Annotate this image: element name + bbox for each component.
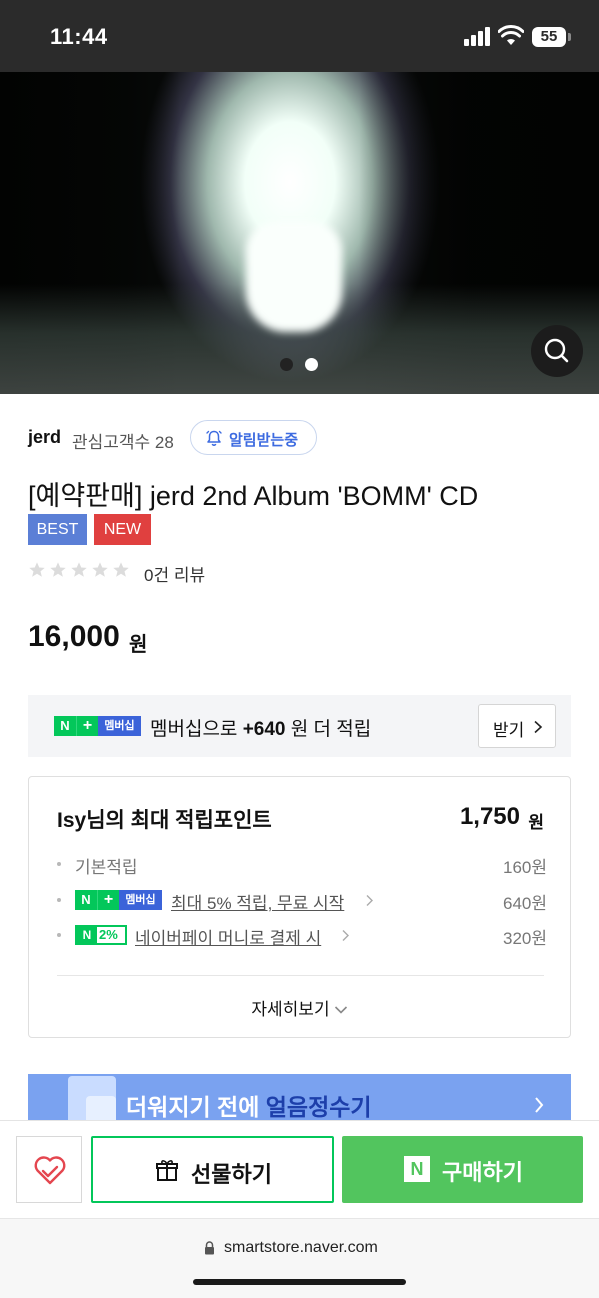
product-price: 16,000: [28, 620, 120, 653]
membership-signup-link[interactable]: 최대 5% 적립, 무료 시작: [171, 889, 344, 914]
carousel-dot-active[interactable]: [280, 358, 293, 371]
wifi-icon: [498, 25, 524, 45]
chevron-down-icon: [334, 1006, 347, 1014]
star-icon: [92, 562, 108, 577]
carousel-dot[interactable]: [305, 358, 318, 371]
price-unit: 원: [129, 634, 148, 656]
naver-n-icon: N: [54, 716, 76, 736]
lock-icon: [205, 1241, 214, 1255]
notification-toggle-button[interactable]: 알림받는중: [190, 420, 317, 455]
star-icon: [29, 562, 45, 577]
promo-banner[interactable]: 더워지기 전에 얼음정수기: [28, 1074, 571, 1120]
plus-icon: +: [76, 716, 98, 736]
naver-n-icon: N: [75, 890, 97, 910]
membership-promo: N + 멤버십 멤버십으로 +640 원 더 적립 받기: [28, 695, 571, 757]
url-text: smartstore.naver.com: [224, 1239, 378, 1256]
points-total-unit: 원: [528, 813, 544, 832]
gift-icon: [156, 1160, 178, 1181]
naver-pay-logo: N 2%: [75, 925, 127, 945]
points-row-naverpay[interactable]: N 2% 네이버페이 머니로 결제 시 320원: [57, 923, 547, 949]
receive-button[interactable]: 받기: [478, 704, 556, 748]
carousel-indicator: [280, 358, 320, 372]
heart-icon: [34, 1156, 66, 1185]
points-summary-card: Isy님의 최대 적립포인트 1,750 원 기본적립 160원 N + 멤버십…: [28, 776, 571, 1038]
search-icon: [544, 338, 569, 363]
buy-button[interactable]: N 구매하기: [342, 1136, 583, 1203]
battery-indicator: 55: [532, 27, 571, 47]
new-badge: NEW: [94, 514, 151, 545]
home-indicator[interactable]: [193, 1279, 406, 1285]
notification-toggle-label: 알림받는중: [229, 432, 299, 449]
naver-pay-icon: N: [77, 927, 97, 943]
cellular-signal-icon: [464, 26, 492, 46]
wishlist-button[interactable]: [16, 1136, 82, 1203]
divider: [57, 975, 544, 976]
points-row-membership[interactable]: N + 멤버십 최대 5% 적립, 무료 시작 640원: [57, 888, 547, 914]
see-more-button[interactable]: 자세히보기: [29, 995, 570, 1020]
star-icon: [71, 562, 87, 577]
promo-banner-text: 더워지기 전에 얼음정수기: [126, 1094, 372, 1120]
chevron-right-icon: [534, 720, 543, 734]
zoom-button[interactable]: [531, 325, 583, 377]
gift-button[interactable]: 선물하기: [91, 1136, 334, 1203]
star-icon: [50, 562, 66, 577]
browser-address-bar[interactable]: smartstore.naver.com: [0, 1218, 599, 1298]
membership-message: 멤버십으로 +640 원 더 적립: [150, 719, 372, 740]
receive-button-label: 받기: [493, 721, 525, 740]
naver-plus-membership-logo: N + 멤버십: [54, 716, 141, 736]
plus-icon: +: [97, 890, 119, 910]
bell-icon: [206, 430, 222, 446]
status-bar: 11:44 55: [0, 0, 599, 72]
rating-stars: [28, 561, 132, 581]
purchase-action-bar: 선물하기 N 구매하기: [0, 1120, 599, 1218]
buy-button-label: 구매하기: [442, 1160, 523, 1185]
naverpay-money-link[interactable]: 네이버페이 머니로 결제 시: [135, 924, 321, 949]
points-title: Isy님의 최대 적립포인트: [57, 809, 272, 832]
store-name-link[interactable]: jerd: [28, 427, 61, 448]
chevron-right-icon: [342, 930, 349, 941]
chevron-right-icon: [366, 895, 373, 906]
points-total: 1,750: [459, 803, 520, 830]
points-row-basic: 기본적립 160원: [57, 852, 547, 877]
product-image-carousel[interactable]: [0, 72, 599, 394]
gift-button-label: 선물하기: [191, 1162, 272, 1187]
store-fan-count: 관심고객수 28: [72, 433, 174, 452]
chevron-right-icon: [535, 1097, 544, 1113]
naver-plus-membership-logo: N + 멤버십: [75, 890, 162, 910]
review-count-link[interactable]: 0건 리뷰: [144, 561, 205, 586]
status-time: 11:44: [50, 24, 108, 49]
product-title: [예약판매] jerd 2nd Album 'BOMM' CD: [28, 481, 479, 511]
best-badge: BEST: [28, 514, 87, 545]
star-icon: [113, 562, 129, 577]
naver-pay-icon: N: [404, 1156, 430, 1182]
product-photo-subject: [246, 222, 342, 332]
